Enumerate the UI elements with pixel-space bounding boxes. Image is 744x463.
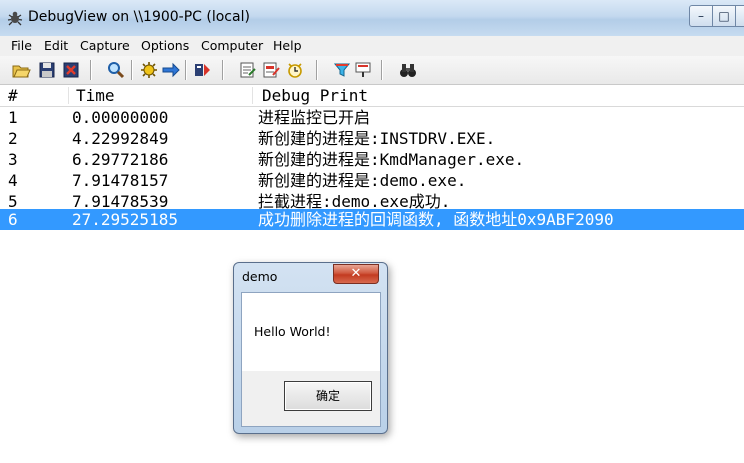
toolbar — [0, 56, 744, 85]
find-binoculars-icon[interactable] — [398, 60, 418, 80]
dialog-title: demo — [242, 269, 278, 284]
menu-file[interactable]: File — [11, 38, 32, 53]
debugview-app-icon — [7, 11, 23, 26]
window-title: DebugView on \\1900-PC (local) — [28, 9, 250, 25]
clock-icon[interactable] — [285, 60, 305, 80]
column-divider[interactable] — [68, 87, 69, 104]
toolbar-separator — [222, 60, 223, 80]
row-time: 7.91478157 — [72, 171, 169, 190]
title-bar[interactable]: DebugView on \\1900-PC (local) – □ — [0, 0, 744, 36]
toolbar-separator — [185, 60, 186, 80]
close-window-button[interactable] — [735, 5, 744, 27]
column-header-debug-print[interactable]: Debug Print — [262, 85, 368, 106]
row-message: 新创建的进程是:INSTDRV.EXE. — [258, 129, 496, 148]
row-message: 成功删除进程的回调函数, 函数地址0x9ABF2090 — [258, 210, 614, 229]
autoscroll-icon[interactable] — [161, 60, 181, 80]
row-number: 2 — [8, 129, 18, 148]
menu-bar: File Edit Capture Options Computer Help — [0, 36, 744, 56]
row-time: 6.29772186 — [72, 150, 169, 169]
menu-computer[interactable]: Computer — [201, 38, 263, 53]
row-time: 0.00000000 — [72, 108, 169, 127]
column-header-time[interactable]: Time — [76, 85, 115, 106]
highlight-filter-icon[interactable] — [332, 60, 352, 80]
message-box-dialog[interactable]: demo ✕ Hello World! 确定 — [233, 262, 388, 434]
table-row[interactable]: 4 7.91478157 新创建的进程是:demo.exe. — [0, 170, 744, 191]
clear-display-icon[interactable] — [193, 60, 213, 80]
list-header: # Time Debug Print — [0, 85, 744, 107]
row-time: 27.29525185 — [72, 210, 178, 229]
dialog-message-area: Hello World! — [242, 293, 380, 371]
minimize-button[interactable]: – — [689, 5, 713, 27]
table-row[interactable]: 2 4.22992849 新创建的进程是:INSTDRV.EXE. — [0, 128, 744, 149]
filter-icon[interactable] — [238, 60, 258, 80]
toolbar-separator — [131, 60, 132, 80]
menu-capture[interactable]: Capture — [80, 38, 130, 53]
dialog-message: Hello World! — [254, 324, 331, 339]
toolbar-separator — [90, 60, 91, 80]
clear-icon[interactable] — [61, 60, 81, 80]
menu-options[interactable]: Options — [141, 38, 189, 53]
open-icon[interactable] — [11, 60, 31, 80]
properties-icon[interactable] — [353, 60, 373, 80]
toolbar-separator — [381, 60, 382, 80]
ok-button[interactable]: 确定 — [284, 381, 372, 411]
column-header-number[interactable]: # — [8, 85, 18, 106]
row-number: 4 — [8, 171, 18, 190]
dialog-client-area: Hello World! 确定 — [241, 292, 381, 427]
row-number: 3 — [8, 150, 18, 169]
capture-icon[interactable] — [139, 60, 159, 80]
row-number: 1 — [8, 108, 18, 127]
table-row[interactable]: 3 6.29772186 新创建的进程是:KmdManager.exe. — [0, 149, 744, 170]
highlight-icon[interactable] — [261, 60, 281, 80]
dialog-close-button[interactable]: ✕ — [333, 264, 379, 284]
toolbar-separator — [316, 60, 317, 80]
menu-edit[interactable]: Edit — [44, 38, 68, 53]
row-number: 6 — [8, 210, 18, 229]
column-divider[interactable] — [252, 87, 253, 104]
table-row[interactable]: 1 0.00000000 进程监控已开启 — [0, 107, 744, 128]
table-row-selected[interactable]: 6 27.29525185 成功删除进程的回调函数, 函数地址0x9ABF209… — [0, 209, 744, 230]
row-message: 进程监控已开启 — [258, 108, 371, 127]
find-icon[interactable] — [106, 60, 126, 80]
row-message: 新创建的进程是:KmdManager.exe. — [258, 150, 525, 169]
row-message: 新创建的进程是:demo.exe. — [258, 171, 467, 190]
save-icon[interactable] — [37, 60, 57, 80]
menu-help[interactable]: Help — [273, 38, 302, 53]
maximize-button[interactable]: □ — [712, 5, 736, 27]
row-time: 4.22992849 — [72, 129, 169, 148]
